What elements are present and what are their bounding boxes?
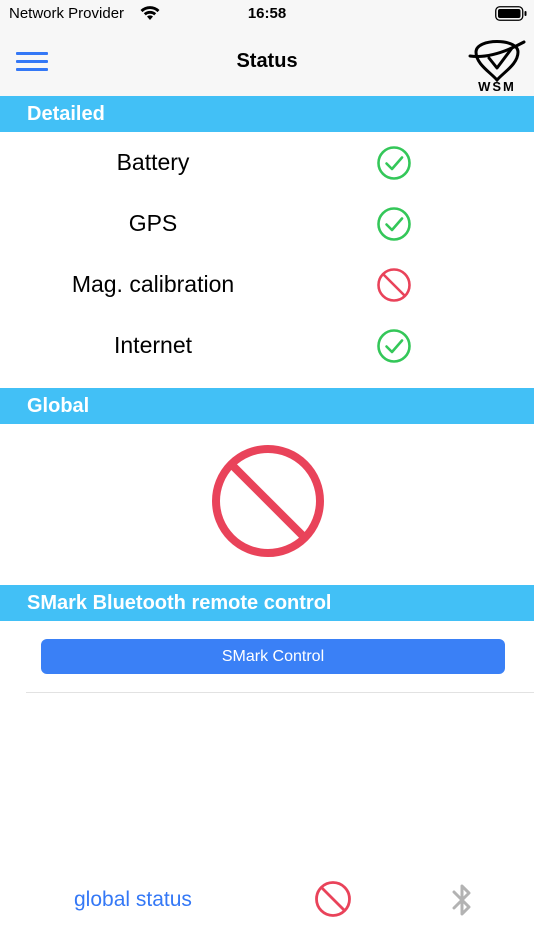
page-title: Status [236, 50, 298, 72]
check-circle-icon [377, 329, 411, 363]
prohibited-icon [377, 268, 411, 302]
logo-text: WSM [478, 79, 516, 94]
battery-icon [495, 6, 527, 21]
wsm-logo: WSM [468, 40, 526, 94]
status-row-label: Internet [114, 332, 192, 358]
status-row-label: Battery [116, 149, 190, 175]
status-row-label: Mag. calibration [71, 271, 235, 297]
section-header-detailed: Detailed [0, 96, 534, 132]
global-status-link[interactable]: global status [74, 888, 192, 912]
divider [26, 692, 534, 693]
status-row-mag-calibration: Mag. calibration [0, 254, 534, 314]
section-header-remote: SMark Bluetooth remote control [0, 585, 534, 621]
check-circle-icon [377, 146, 411, 180]
status-row-internet: Internet [0, 315, 534, 375]
navigation-bar: Status WSM [0, 28, 534, 96]
section-header-global: Global [0, 388, 534, 424]
status-time: 16:58 [247, 5, 287, 22]
bluetooth-icon[interactable] [449, 882, 475, 918]
status-row-battery: Battery [0, 132, 534, 192]
prohibited-icon[interactable] [314, 880, 352, 918]
tab-bar: global status [0, 868, 534, 950]
status-bar: Network Provider 16:58 [0, 0, 534, 28]
smark-control-button[interactable]: SMark Control [41, 639, 505, 674]
status-row-label: GPS [128, 210, 178, 236]
status-row-gps: GPS [0, 193, 534, 253]
prohibited-icon [212, 445, 324, 557]
check-circle-icon [377, 207, 411, 241]
